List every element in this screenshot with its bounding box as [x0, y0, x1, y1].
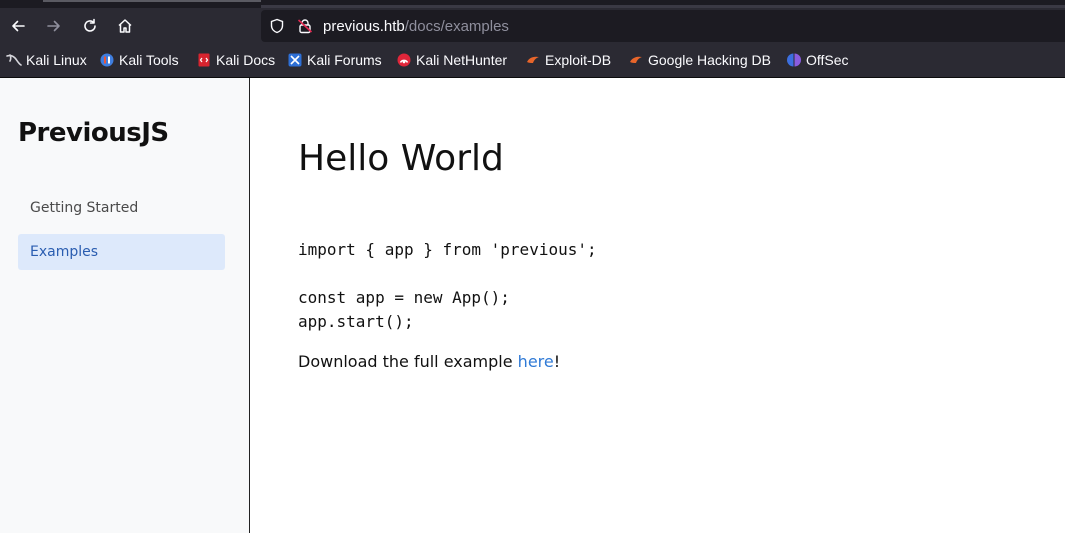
kali-tools-icon — [100, 53, 114, 67]
docs-sidebar: PreviousJS Getting Started Examples — [0, 78, 250, 533]
reload-button[interactable] — [76, 12, 104, 40]
shield-icon[interactable] — [269, 18, 285, 34]
sidebar-item-getting-started[interactable]: Getting Started — [18, 190, 225, 226]
bookmark-kali-forums[interactable]: Kali Forums — [287, 52, 382, 68]
bookmark-offsec[interactable]: OffSec — [786, 52, 849, 68]
bookmark-kali-docs[interactable]: Kali Docs — [196, 52, 275, 68]
bookmark-exploit-db[interactable]: Exploit-DB — [525, 52, 611, 68]
main-content: Hello World import { app } from 'previou… — [250, 78, 1065, 533]
sidebar-item-label: Getting Started — [30, 200, 139, 216]
bookmark-label: Google Hacking DB — [648, 52, 771, 68]
bookmark-kali-tools[interactable]: Kali Tools — [99, 52, 179, 68]
sidebar-item-examples[interactable]: Examples — [18, 234, 225, 270]
brand-title[interactable]: PreviousJS — [18, 118, 169, 148]
navigation-toolbar: previous.htb/docs/examples — [0, 8, 1065, 44]
bookmark-label: Kali Tools — [119, 52, 179, 68]
forward-button[interactable] — [40, 12, 68, 40]
bookmark-label: OffSec — [806, 52, 849, 68]
bookmark-label: Kali NetHunter — [416, 52, 508, 68]
bookmark-kali-linux[interactable]: Kali Linux — [6, 52, 87, 68]
sidebar-item-label: Examples — [30, 244, 99, 260]
kali-forums-icon — [288, 53, 302, 67]
bookmark-label: Kali Docs — [216, 52, 276, 68]
exploit-db-icon — [527, 56, 539, 63]
download-paragraph: Download the full example here! — [298, 352, 560, 371]
home-icon — [118, 19, 132, 33]
url-text[interactable]: previous.htb/docs/examples — [323, 18, 509, 35]
home-button[interactable] — [111, 12, 139, 40]
active-tab-indicator[interactable] — [43, 0, 261, 2]
bookmark-kali-nethunter[interactable]: Kali NetHunter — [396, 52, 507, 68]
download-link[interactable]: here — [518, 352, 554, 371]
bookmark-label: Kali Linux — [26, 52, 87, 68]
back-arrow-icon — [12, 20, 25, 32]
reload-icon — [84, 18, 96, 32]
kali-dragon-icon — [6, 54, 22, 66]
offsec-icon — [787, 53, 801, 67]
bookmark-google-hacking-db[interactable]: Google Hacking DB — [628, 52, 771, 68]
url-host: previous.htb — [323, 18, 405, 35]
ghdb-icon — [630, 56, 642, 63]
bookmark-label: Kali Forums — [307, 52, 382, 68]
download-text: Download the full example — [298, 352, 518, 371]
url-path: /docs/examples — [404, 18, 509, 35]
forward-arrow-icon — [47, 20, 60, 32]
page-title: Hello World — [298, 138, 504, 179]
kali-docs-icon — [198, 53, 210, 67]
nethunter-icon — [397, 53, 411, 67]
download-suffix: ! — [553, 352, 561, 371]
back-button[interactable] — [4, 12, 32, 40]
insecure-lock-icon[interactable] — [297, 18, 313, 34]
code-block: import { app } from 'previous'; const ap… — [298, 240, 597, 331]
address-bar[interactable]: previous.htb/docs/examples — [261, 10, 1065, 42]
bookmark-label: Exploit-DB — [545, 52, 612, 68]
bookmarks-toolbar: Kali Linux Kali Tools Kali Docs Kali For… — [0, 44, 1065, 78]
